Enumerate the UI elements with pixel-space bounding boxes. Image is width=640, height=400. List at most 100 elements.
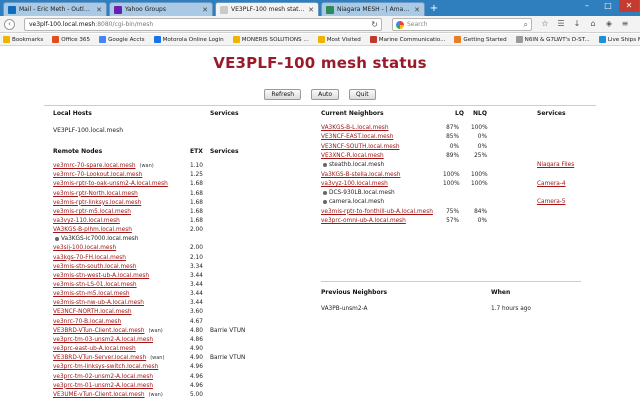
close-tab-icon[interactable]: ✕: [96, 6, 102, 14]
pocket-icon[interactable]: ◈: [604, 19, 614, 29]
new-tab-button[interactable]: +: [427, 3, 441, 15]
etx-value: 4.96: [190, 364, 203, 371]
page-icon: [220, 5, 228, 14]
close-window-button[interactable]: ✕: [619, 0, 639, 12]
neighbor-name[interactable]: va3vyz-100.local.mesh: [321, 181, 388, 187]
remote-node-name[interactable]: VE3UME-vTun-Client.local.mesh: [53, 392, 145, 398]
nlq-value: 100%: [471, 180, 488, 187]
neighbor-row: VE3NCF-SOUTH.local.mesh 0% 0%: [321, 144, 581, 153]
neighbor-service-link[interactable]: Camera-4: [537, 181, 566, 187]
lq-value: 85%: [446, 134, 459, 141]
remote-node-row: ve3mis-stn-LS-01.local.mesh 3.44: [53, 282, 293, 291]
star-icon[interactable]: ☆: [540, 19, 550, 29]
neighbor-name[interactable]: VA3KGS-B-L.local.mesh: [321, 125, 389, 131]
neighbor-name[interactable]: VE3NCF-SOUTH.local.mesh: [321, 144, 400, 150]
bookmark-item[interactable]: N6IN & G7LWT's D-ST...: [515, 36, 590, 43]
remote-node-name[interactable]: ve3prc-east-ub-A.local.mesh: [53, 346, 136, 352]
neighbor-name[interactable]: ve3mis-rptr-to-fonthill-ub-A.local.mesh: [321, 209, 433, 215]
remote-node-name[interactable]: ve3prc-tm-01-unsm2-A.local.mesh: [53, 383, 153, 389]
lq-value: 0%: [449, 143, 459, 150]
remote-node-name[interactable]: VA3KGS-B-plhm.local.mesh: [53, 227, 132, 233]
remote-node-name[interactable]: ve3mis-rptr-North.local.mesh: [53, 191, 138, 197]
home-icon[interactable]: ⌂: [588, 19, 598, 29]
bookmark-item[interactable]: Most Visited: [317, 36, 361, 43]
neighbor-name[interactable]: VE3XNC-R.local.mesh: [321, 153, 384, 159]
remote-node-name[interactable]: ve3prc-tm-03-unsm2-A.local.mesh: [53, 337, 153, 343]
etx-value: 2.00: [190, 227, 203, 233]
neighbor-service-link[interactable]: Camera-5: [537, 199, 566, 205]
reload-icon[interactable]: ↻: [371, 20, 378, 29]
tab-0[interactable]: Mail - Eric Meth - Outlook ✕: [3, 2, 107, 16]
maximize-button[interactable]: □: [598, 0, 618, 12]
remote-node-name[interactable]: ve3prc-tm-02-unsm2-A.local.mesh: [53, 374, 153, 380]
remote-node-name[interactable]: ve3sij-100.local.mesh: [53, 245, 116, 251]
neighbor-name: camera.local.mesh: [329, 199, 384, 206]
neighbor-name[interactable]: VE3NCF-EAST.local.mesh: [321, 134, 393, 140]
google-icon: [396, 21, 404, 29]
search-input[interactable]: Search ⌕: [392, 18, 532, 31]
remote-node-row: ve3mrc-70-Lookout.local.mesh 1.25: [53, 172, 293, 181]
remote-node-name[interactable]: ve3mis-stn-m5.local.mesh: [53, 291, 130, 297]
bookmarks-list-icon[interactable]: ☰: [556, 19, 566, 29]
bookmark-icon: [369, 36, 377, 43]
tab-label: Yahoo Groups: [125, 6, 166, 13]
remote-node-name[interactable]: ve3mis-rptr-to-oak-unsm2-A.local.mesh: [53, 181, 168, 187]
download-icon[interactable]: ↓: [572, 19, 582, 29]
bookmark-item[interactable]: Live Ships Map - AIS - ...: [598, 36, 640, 43]
local-hosts-header: Local Hosts: [53, 110, 92, 117]
bookmark-item[interactable]: Getting Started: [454, 36, 507, 43]
bullet-icon: [323, 162, 327, 167]
remote-node-name[interactable]: ve3mis-stn-south.local.mesh: [53, 264, 136, 270]
close-tab-icon[interactable]: ✕: [308, 6, 314, 14]
previous-neighbor-name: VA3PB-unsm2-A: [321, 306, 368, 312]
bookmark-item[interactable]: Google Accts: [99, 36, 145, 43]
url-bar[interactable]: ve3plf-100.local.mesh:8080/cgi-bin/mesh …: [24, 18, 382, 31]
remote-node-name[interactable]: ve3prc-tm-linksys-switch.local.mesh: [53, 364, 158, 370]
minimize-button[interactable]: –: [577, 0, 597, 12]
remote-node-name[interactable]: va3kgs-70-FH.local.mesh: [53, 255, 126, 261]
remote-node-name[interactable]: VE3NCF-NORTH.local.mesh: [53, 309, 132, 315]
nlq-value: 100%: [471, 171, 488, 178]
remote-node-row: va3kgs-70-FH.local.mesh 2.10: [53, 255, 293, 264]
bookmark-item[interactable]: Bookmarks: [3, 36, 43, 43]
bookmark-item[interactable]: Marine Communicatio...: [369, 36, 445, 43]
bookmark-item[interactable]: Motorola Online Login: [153, 36, 224, 43]
local-host: VE3PLF-100.local.mesh: [53, 127, 124, 134]
bookmark-item[interactable]: MONERIS SOLUTIONS ...: [232, 36, 309, 43]
remote-node-name[interactable]: VE3BRD-VTun-Client.local.mesh: [53, 328, 144, 334]
tab-3[interactable]: Niagara MESH - | Amateu... ✕: [321, 2, 425, 16]
quit-button[interactable]: Quit: [349, 89, 376, 100]
remote-node-name[interactable]: VE3BRD-VTun-Server.local.mesh: [53, 355, 146, 361]
remote-node-name[interactable]: ve3mis-rptr-linksys.local.mesh: [53, 200, 141, 206]
nlq-value: 0%: [477, 134, 487, 141]
close-tab-icon[interactable]: ✕: [202, 6, 208, 14]
wan-tag: (wan): [150, 355, 165, 362]
remote-node-row: ve3prc-tm-03-unsm2-A.local.mesh 4.86: [53, 337, 293, 346]
neighbor-row: va3vyz-100.local.mesh 100% 100% Camera-4: [321, 181, 581, 190]
remote-node-name[interactable]: ve3mis-stn-nw-ub-A.local.mesh: [53, 300, 144, 306]
tab-2[interactable]: VE3PLF-100 mesh status ✕: [215, 2, 319, 16]
remote-node-name[interactable]: va3vyz-110.local.mesh: [53, 218, 120, 224]
etx-value: 1.10: [190, 163, 203, 169]
etx-value: 1.25: [190, 172, 203, 179]
remote-node-name[interactable]: ve3mis-rptr-m5.local.mesh: [53, 209, 131, 215]
auto-button[interactable]: Auto: [311, 89, 340, 100]
etx-value: 4.96: [190, 382, 203, 389]
search-icon[interactable]: ⌕: [524, 20, 528, 30]
remote-node-name[interactable]: ve3mis-stn-west-ub-A.local.mesh: [53, 273, 149, 279]
menu-icon[interactable]: ≡: [620, 19, 630, 29]
neighbor-name[interactable]: ve3prc-omni-ub-A.local.mesh: [321, 218, 406, 224]
remote-nodes-header: Remote Nodes: [53, 148, 103, 155]
back-icon[interactable]: ‹: [4, 19, 15, 30]
etx-value: 2.00: [190, 245, 203, 252]
remote-node-name[interactable]: ve3mrc-70-Lookout.local.mesh: [53, 172, 142, 178]
neighbor-service-link[interactable]: Niagara Files: [537, 162, 574, 168]
bookmark-item[interactable]: Office 365: [52, 36, 90, 43]
tab-1[interactable]: Yahoo Groups ✕: [109, 2, 213, 16]
remote-node-name[interactable]: ve3mrc-70-spare.local.mesh: [53, 163, 136, 169]
close-tab-icon[interactable]: ✕: [414, 6, 420, 14]
neighbor-name[interactable]: Va3KGS-B-stella.local.mesh: [321, 172, 400, 178]
remote-node-name[interactable]: ve3mis-stn-LS-01.local.mesh: [53, 282, 137, 288]
remote-node-name[interactable]: ve3nrc-70-B.local.mesh: [53, 319, 121, 325]
refresh-button[interactable]: Refresh: [264, 89, 302, 100]
